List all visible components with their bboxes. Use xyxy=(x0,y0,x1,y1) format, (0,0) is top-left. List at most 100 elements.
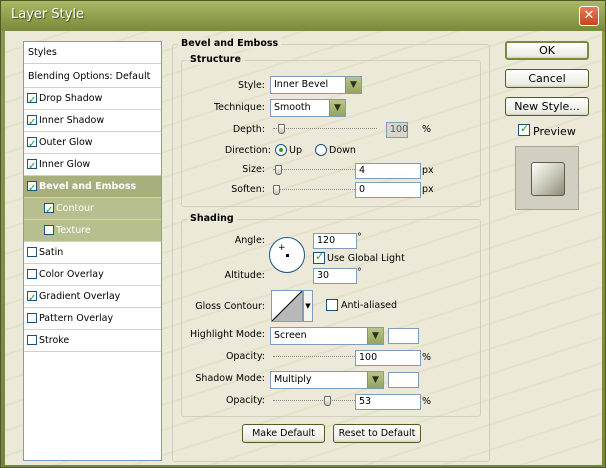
soften-label: Soften: xyxy=(231,184,265,195)
size-slider-thumb[interactable] xyxy=(275,165,282,175)
style-item-checkbox[interactable] xyxy=(27,156,37,177)
technique-select[interactable]: Smooth ▼ xyxy=(270,99,346,117)
depth-unit: % xyxy=(422,124,432,135)
angle-field[interactable]: 120 xyxy=(313,233,357,249)
highlight-mode-select[interactable]: Screen ▼ xyxy=(270,327,384,345)
styles-header[interactable]: Styles xyxy=(24,42,161,64)
cancel-button[interactable]: Cancel xyxy=(505,69,589,88)
style-item-outer-glow[interactable]: Outer Glow xyxy=(24,132,161,155)
highlight-color-swatch[interactable] xyxy=(388,328,419,344)
reset-to-default-button[interactable]: Reset to Default xyxy=(333,424,421,443)
soften-field[interactable]: 0 xyxy=(355,182,421,198)
dialog-body: Styles Blending Options: Default Drop Sh… xyxy=(5,31,602,465)
shadow-opacity-thumb[interactable] xyxy=(324,396,331,406)
chevron-down-icon: ▼ xyxy=(367,328,383,344)
close-icon[interactable]: ✕ xyxy=(579,6,599,26)
style-item-inner-glow[interactable]: Inner Glow xyxy=(24,154,161,177)
make-default-button[interactable]: Make Default xyxy=(242,424,325,443)
style-item-checkbox[interactable] xyxy=(44,225,54,235)
style-item-texture[interactable]: Texture xyxy=(24,220,161,242)
chevron-down-icon[interactable]: ▼ xyxy=(303,290,313,322)
global-light-checkbox[interactable] xyxy=(313,250,325,264)
highlight-mode-label: Highlight Mode: xyxy=(190,329,265,340)
style-item-checkbox[interactable] xyxy=(27,178,37,199)
layer-style-dialog: Layer Style ✕ Styles Blending Options: D… xyxy=(0,0,606,468)
style-item-checkbox[interactable] xyxy=(27,90,37,111)
style-item-label: Inner Shadow xyxy=(39,115,105,126)
angle-unit: ° xyxy=(357,232,362,243)
highlight-opacity-label: Opacity: xyxy=(225,351,265,362)
style-item-checkbox[interactable] xyxy=(27,335,37,345)
direction-up-radio[interactable] xyxy=(275,144,287,156)
ok-button[interactable]: OK xyxy=(505,41,589,60)
angle-label: Angle: xyxy=(234,235,265,246)
styles-list: Styles Blending Options: Default Drop Sh… xyxy=(23,41,162,461)
highlight-mode-value: Screen xyxy=(274,330,307,341)
window-title: Layer Style xyxy=(11,7,85,22)
style-item-checkbox[interactable] xyxy=(27,112,37,133)
direction-up-label: Up xyxy=(289,145,302,156)
style-item-label: Pattern Overlay xyxy=(39,313,114,324)
anti-aliased-label: Anti-aliased xyxy=(341,300,398,311)
direction-down-radio[interactable] xyxy=(315,144,327,156)
direction-down-label: Down xyxy=(329,145,356,156)
new-style-button[interactable]: New Style... xyxy=(505,97,589,116)
style-item-checkbox[interactable] xyxy=(27,134,37,155)
shadow-opacity-label: Opacity: xyxy=(225,395,265,406)
anti-aliased-checkbox[interactable] xyxy=(326,299,338,311)
blending-options[interactable]: Blending Options: Default xyxy=(24,66,161,88)
size-field[interactable]: 4 xyxy=(355,163,421,179)
depth-slider[interactable] xyxy=(273,124,377,134)
shading-title: Shading xyxy=(187,213,237,224)
style-item-label: Outer Glow xyxy=(39,137,93,148)
soften-unit: px xyxy=(422,184,434,195)
highlight-opacity-field[interactable]: 100 xyxy=(355,350,421,366)
gloss-contour-preview[interactable] xyxy=(271,290,303,322)
style-item-color-overlay[interactable]: Color Overlay xyxy=(24,264,161,286)
style-item-contour[interactable]: Contour xyxy=(24,198,161,221)
style-select[interactable]: Inner Bevel ▼ xyxy=(270,76,362,94)
style-item-satin[interactable]: Satin xyxy=(24,242,161,264)
style-value: Inner Bevel xyxy=(274,79,329,90)
soften-slider-thumb[interactable] xyxy=(273,185,280,195)
style-item-bevel-and-emboss[interactable]: Bevel and Emboss xyxy=(24,176,161,199)
shadow-mode-select[interactable]: Multiply ▼ xyxy=(270,371,384,389)
structure-title: Structure xyxy=(187,54,244,65)
shadow-color-swatch[interactable] xyxy=(388,372,419,388)
style-item-checkbox[interactable] xyxy=(27,269,37,279)
altitude-field[interactable]: 30 xyxy=(313,268,357,284)
shadow-opacity-field[interactable]: 53 xyxy=(355,394,421,410)
preview-swatch xyxy=(531,162,565,196)
angle-dial[interactable]: + xyxy=(269,237,305,273)
size-label: Size: xyxy=(242,164,265,175)
technique-label: Technique: xyxy=(213,102,265,113)
altitude-label: Altitude: xyxy=(224,270,265,281)
style-item-pattern-overlay[interactable]: Pattern Overlay xyxy=(24,308,161,330)
style-item-label: Stroke xyxy=(39,335,70,346)
shadow-opacity-unit: % xyxy=(422,396,432,407)
bevel-emboss-title: Bevel and Emboss xyxy=(178,38,282,49)
style-item-checkbox[interactable] xyxy=(27,247,37,257)
altitude-unit: ° xyxy=(357,267,362,278)
title-bar[interactable]: Layer Style ✕ xyxy=(1,1,605,31)
style-label: Style: xyxy=(237,80,265,91)
gloss-contour-label: Gloss Contour: xyxy=(195,301,265,312)
style-item-label: Gradient Overlay xyxy=(39,291,121,302)
angle-dial-center xyxy=(286,254,289,257)
style-item-label: Texture xyxy=(56,225,91,236)
direction-label: Direction: xyxy=(224,145,271,156)
style-item-inner-shadow[interactable]: Inner Shadow xyxy=(24,110,161,133)
size-unit: px xyxy=(422,165,434,176)
highlight-opacity-unit: % xyxy=(422,352,432,363)
global-light-label: Use Global Light xyxy=(327,253,405,264)
style-item-checkbox[interactable] xyxy=(44,200,54,221)
style-item-checkbox[interactable] xyxy=(27,288,37,309)
chevron-down-icon: ▼ xyxy=(345,77,361,93)
preview-checkbox[interactable] xyxy=(518,122,530,136)
style-item-drop-shadow[interactable]: Drop Shadow xyxy=(24,88,161,111)
style-item-gradient-overlay[interactable]: Gradient Overlay xyxy=(24,286,161,309)
style-item-stroke[interactable]: Stroke xyxy=(24,330,161,352)
style-item-checkbox[interactable] xyxy=(27,313,37,323)
depth-slider-thumb[interactable] xyxy=(278,124,285,134)
depth-field[interactable]: 100 xyxy=(386,122,408,138)
